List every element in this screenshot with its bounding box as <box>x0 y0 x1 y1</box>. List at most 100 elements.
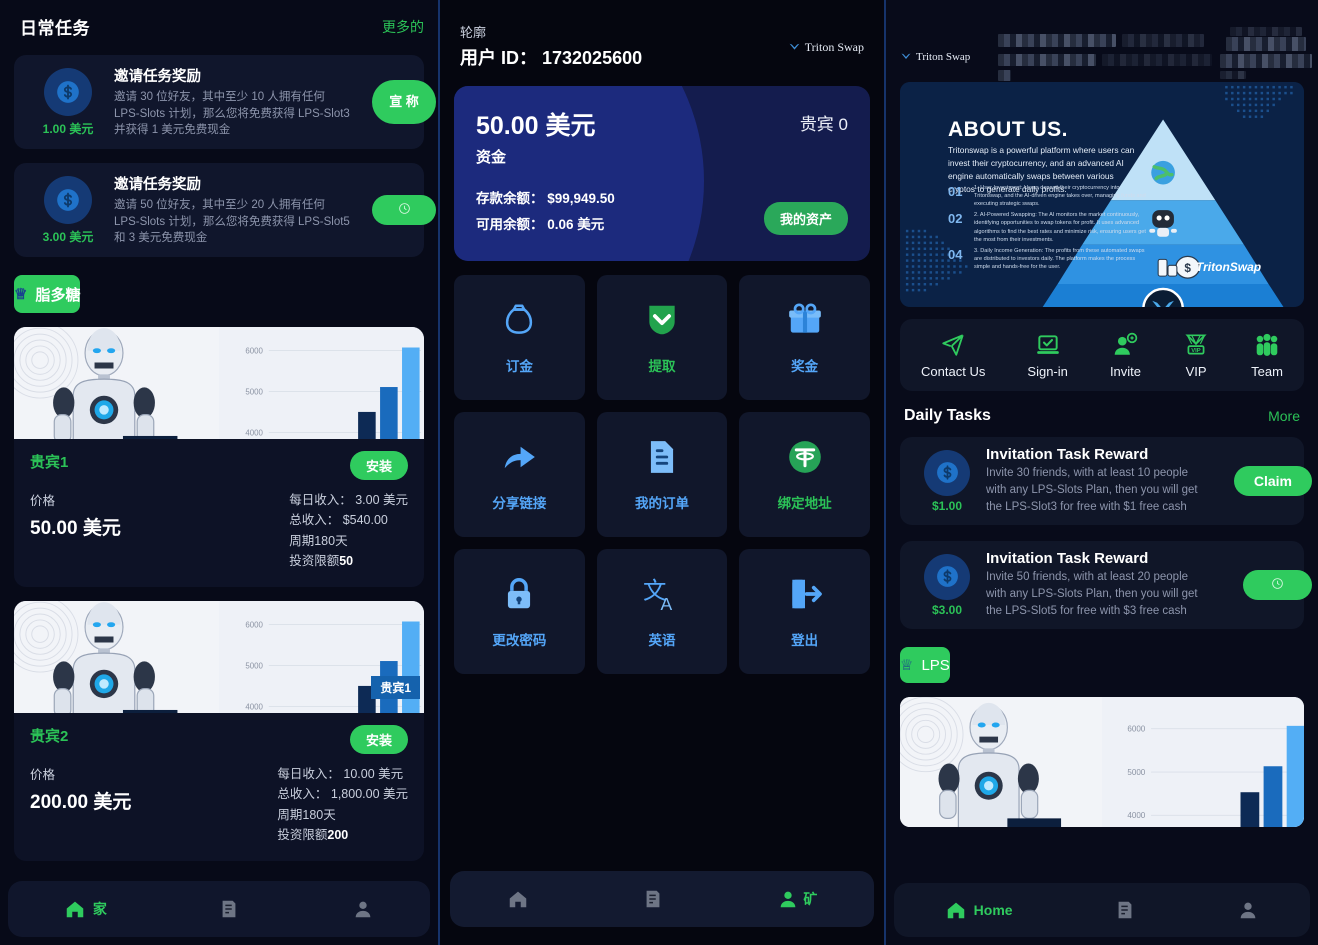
document-icon <box>650 440 674 473</box>
svg-text:VIP: VIP <box>1191 348 1201 354</box>
vip-banner-image: 6000 5000 4000 3000 贵宾1 <box>14 601 424 714</box>
action-team[interactable]: Team <box>1251 332 1283 379</box>
lps-button-label: 脂多糖 <box>35 286 81 304</box>
nav-item-orders[interactable] <box>1114 899 1136 921</box>
tile-change-password[interactable]: 更改密码 <box>454 549 585 674</box>
task-pending-button[interactable] <box>372 195 436 226</box>
tile-language[interactable]: 文A 英语 <box>596 549 728 674</box>
person-icon <box>780 891 796 908</box>
team-people-icon <box>1256 333 1278 356</box>
task-body: 邀请任务奖励 邀请 30 位好友，其中至少 10 人拥有任何 LPS-Slots… <box>114 65 414 139</box>
action-invite[interactable]: Invite <box>1110 332 1141 379</box>
task-card[interactable]: 3.00 美元 邀请任务奖励 邀请 50 位好友，其中至少 20 人拥有任何 L… <box>14 163 436 258</box>
about-item: 02 2. AI-Powered Swapping: The AI monito… <box>948 211 1148 243</box>
vip-limit-value: 50 <box>339 553 354 568</box>
task-claim-button[interactable]: Claim <box>1233 466 1312 496</box>
nav-home-label: Home <box>973 902 1013 918</box>
invite-person-icon <box>1115 332 1138 355</box>
task-title: 邀请任务奖励 <box>114 69 201 85</box>
vip-daily-income: 每日收入： 3.00 美元 <box>289 493 408 508</box>
robot-illustration <box>14 601 228 714</box>
nav-item-home[interactable] <box>507 888 529 910</box>
task-card[interactable]: $1.00 Invitation Task Reward Invite 30 f… <box>900 437 1312 525</box>
about-item: 01 1. User Investment: Users deposit the… <box>948 184 1148 208</box>
action-sign-in[interactable]: Sign-in <box>1027 332 1068 379</box>
daily-tasks-more-link[interactable]: 更多的 <box>382 17 424 37</box>
lps-plan-button[interactable]: ♕ LPS <box>900 647 950 683</box>
action-contact-us[interactable]: Contact Us <box>921 332 985 379</box>
share-arrow-icon <box>505 446 536 468</box>
action-label: Sign-in <box>1027 363 1068 379</box>
vip-product-card[interactable]: 6000 5000 4000 3000 贵宾1 贵宾2 安装 价格 200.00… <box>14 601 424 862</box>
svg-text:4000: 4000 <box>245 702 263 711</box>
vip-product-card[interactable]: 6000 5000 4000 3000 贵宾1 安装 价格 50.00 美元 每… <box>14 327 424 588</box>
action-vip[interactable]: VIP VIP <box>1183 332 1209 379</box>
lps-plan-button[interactable]: ♕ 脂多糖 <box>14 275 81 314</box>
tile-withdraw[interactable]: 提取 <box>596 275 728 400</box>
vip-install-button[interactable]: 安装 <box>349 451 408 481</box>
task-avatar: $1.00 <box>908 449 986 513</box>
task-card[interactable]: $3.00 Invitation Task Reward Invite 50 f… <box>900 541 1312 629</box>
vip-price-value: 50.00 美元 <box>30 518 121 540</box>
tile-label: 我的订单 <box>634 495 689 511</box>
about-item-text: 1. User Investment: Users deposit their … <box>974 185 1146 208</box>
nav-item-orders[interactable] <box>642 888 664 910</box>
crown-icon: ♕ <box>14 286 28 304</box>
clock-icon <box>1271 577 1284 593</box>
nav-home-label: 家 <box>92 901 107 917</box>
home-icon <box>947 902 964 919</box>
nav-item-mine[interactable]: 矿 <box>777 888 817 910</box>
vip-level-badge: 贵宾 0 <box>799 115 848 134</box>
profile-user-id: 用户 ID： 1732025600 <box>460 48 643 68</box>
brand-logo: Triton Swap <box>900 36 970 78</box>
vip-install-button[interactable]: 安装 <box>349 725 408 755</box>
nav-item-home[interactable]: Home <box>945 899 1013 921</box>
profile-subtitle: 轮廓 <box>460 25 487 40</box>
vip-card-body: 贵宾1 安装 价格 50.00 美元 每日收入： 3.00 美元 总收入： $5… <box>14 439 424 587</box>
tile-logout[interactable]: 登出 <box>739 549 870 674</box>
tile-bonus[interactable]: 奖金 <box>739 275 870 400</box>
svg-text:$: $ <box>1184 261 1191 275</box>
right-header: Triton Swap <box>886 0 1318 81</box>
svg-text:6000: 6000 <box>245 620 263 629</box>
menu-tile-grid: 订金 提取 奖金 分享链接 我的订单 绑定地址 更改密码 文 A 英语 登出 <box>440 261 884 688</box>
tile-deposit[interactable]: 订金 <box>454 275 585 400</box>
nav-item-profile[interactable] <box>352 898 374 920</box>
action-label: VIP <box>1185 363 1207 379</box>
tile-share-link[interactable]: 分享链接 <box>454 412 585 537</box>
brand-logo: Triton Swap <box>788 40 864 55</box>
daily-tasks-more-link[interactable]: More <box>1268 408 1300 424</box>
right-daily-tasks-header: Daily Tasks More <box>886 391 1318 431</box>
task-claim-button[interactable]: 宣 称 <box>372 80 436 124</box>
svg-text:5000: 5000 <box>245 661 263 670</box>
bar-chart: 60005000 40003000 <box>1102 697 1304 827</box>
vip-banner-image: 6000 5000 4000 3000 <box>14 327 424 440</box>
my-assets-button[interactable]: 我的资产 <box>763 202 848 235</box>
vip-price-value: 200.00 美元 <box>30 792 132 814</box>
nav-item-home[interactable]: 家 <box>64 898 107 920</box>
about-title: ABOUT US. <box>948 118 1068 141</box>
about-item-number: 02 <box>948 211 963 227</box>
nav-item-profile[interactable] <box>1237 899 1259 921</box>
vip-price-label: 价格 <box>30 768 56 783</box>
tile-label: 更改密码 <box>492 632 547 648</box>
vip-banner-image[interactable]: 6000 5000 4000 3000 <box>900 697 1304 827</box>
nav-mine-label: 矿 <box>803 891 818 907</box>
tile-bind-address[interactable]: 绑定地址 <box>739 412 870 537</box>
task-pending-button[interactable] <box>1243 570 1312 600</box>
task-card[interactable]: 1.00 美元 邀请任务奖励 邀请 30 位好友，其中至少 10 人拥有任何 L… <box>14 55 436 150</box>
person-icon <box>355 901 371 918</box>
tile-my-orders[interactable]: 我的订单 <box>596 412 728 537</box>
quick-actions-bar: Contact Us Sign-in Invite VIP VIP Team <box>900 319 1304 391</box>
vip-limit-value: 200 <box>327 827 349 842</box>
nav-item-orders[interactable] <box>218 898 240 920</box>
home-icon <box>66 901 84 918</box>
robot-illustration <box>900 697 1111 827</box>
money-bag-icon <box>506 303 533 334</box>
task-description: 邀请 30 位好友，其中至少 10 人拥有任何 LPS-Slots 计划，那么您… <box>114 91 350 137</box>
vip-stats: 每日收入： 3.00 美元 总收入： $540.00 周期180天 投资限额50 <box>289 490 408 571</box>
clock-icon <box>398 202 411 218</box>
lps-button-label: LPS <box>921 656 950 674</box>
page-title: 日常任务 <box>20 19 90 38</box>
action-label: Team <box>1251 363 1283 379</box>
